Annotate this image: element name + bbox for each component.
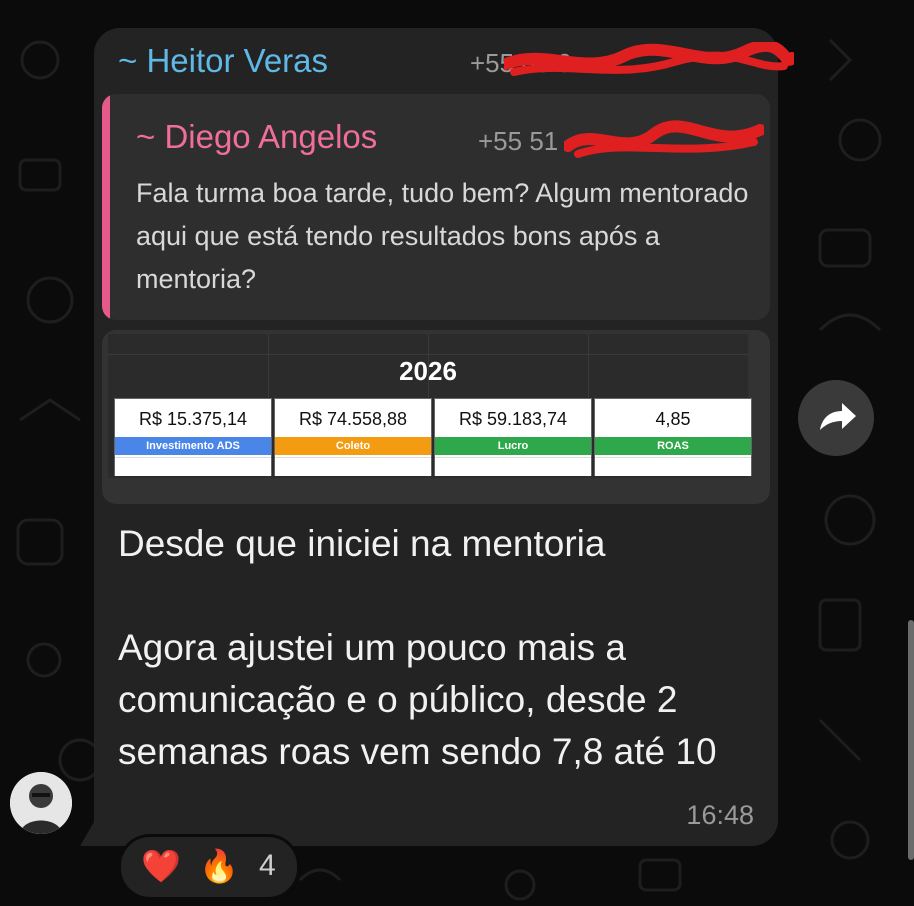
metric-value: R$ 74.558,88 xyxy=(298,409,408,429)
fire-emoji: 🔥 xyxy=(199,848,239,884)
heart-emoji: ❤️ xyxy=(141,848,181,884)
forward-button[interactable] xyxy=(798,380,874,456)
spreadsheet-image: 2026 R$ 15.375,14 Investimento ADS R$ 74… xyxy=(108,334,752,478)
forward-icon xyxy=(820,403,856,430)
quote-accent-bar xyxy=(102,94,110,320)
reactions-pill[interactable]: ❤️ 🔥 4 xyxy=(118,834,300,900)
avatar[interactable] xyxy=(10,772,72,834)
quoted-sender-name: ~ Diego Angelos xyxy=(136,118,378,155)
scrollbar[interactable] xyxy=(908,620,914,860)
avatar-image xyxy=(10,772,72,834)
metric-label: Investimento ADS xyxy=(115,437,271,455)
quoted-message[interactable]: ~ Diego Angelos +55 51 Fala turma boa ta… xyxy=(102,94,770,320)
reaction-count: 4 xyxy=(259,849,276,882)
metric-label: Lucro xyxy=(435,437,591,455)
sender-name[interactable]: ~ Heitor Veras xyxy=(118,42,328,80)
metric-card-investment: R$ 15.375,14 Investimento ADS xyxy=(114,398,272,476)
metric-value: R$ 15.375,14 xyxy=(138,409,248,429)
sheet-title: 2026 xyxy=(399,356,457,386)
quoted-text: Fala turma boa tarde, tudo bem? Algum me… xyxy=(136,178,749,294)
metric-value: 4,85 xyxy=(655,409,691,429)
redaction-scribble xyxy=(564,120,764,158)
quoted-sender-phone: +55 51 xyxy=(478,126,559,156)
message-timestamp: 16:48 xyxy=(686,800,754,830)
bubble-tail xyxy=(80,822,94,846)
metric-cards: R$ 15.375,14 Investimento ADS R$ 74.558,… xyxy=(114,398,754,476)
image-attachment[interactable]: 2026 R$ 15.375,14 Investimento ADS R$ 74… xyxy=(102,330,770,504)
metric-card-lucro: R$ 59.183,74 Lucro xyxy=(434,398,592,476)
message-text: Desde que iniciei na mentoria Agora ajus… xyxy=(118,523,717,772)
metric-label: ROAS xyxy=(595,437,751,455)
metric-label: Coleto xyxy=(275,437,431,455)
redaction-scribble xyxy=(504,42,794,76)
metric-card-roas: 4,85 ROAS xyxy=(594,398,752,476)
metric-card-coleto: R$ 74.558,88 Coleto xyxy=(274,398,432,476)
message-bubble[interactable]: ~ Heitor Veras +55 85 9 ~ Diego Angelos … xyxy=(94,28,794,846)
metric-value: R$ 59.183,74 xyxy=(458,409,568,429)
